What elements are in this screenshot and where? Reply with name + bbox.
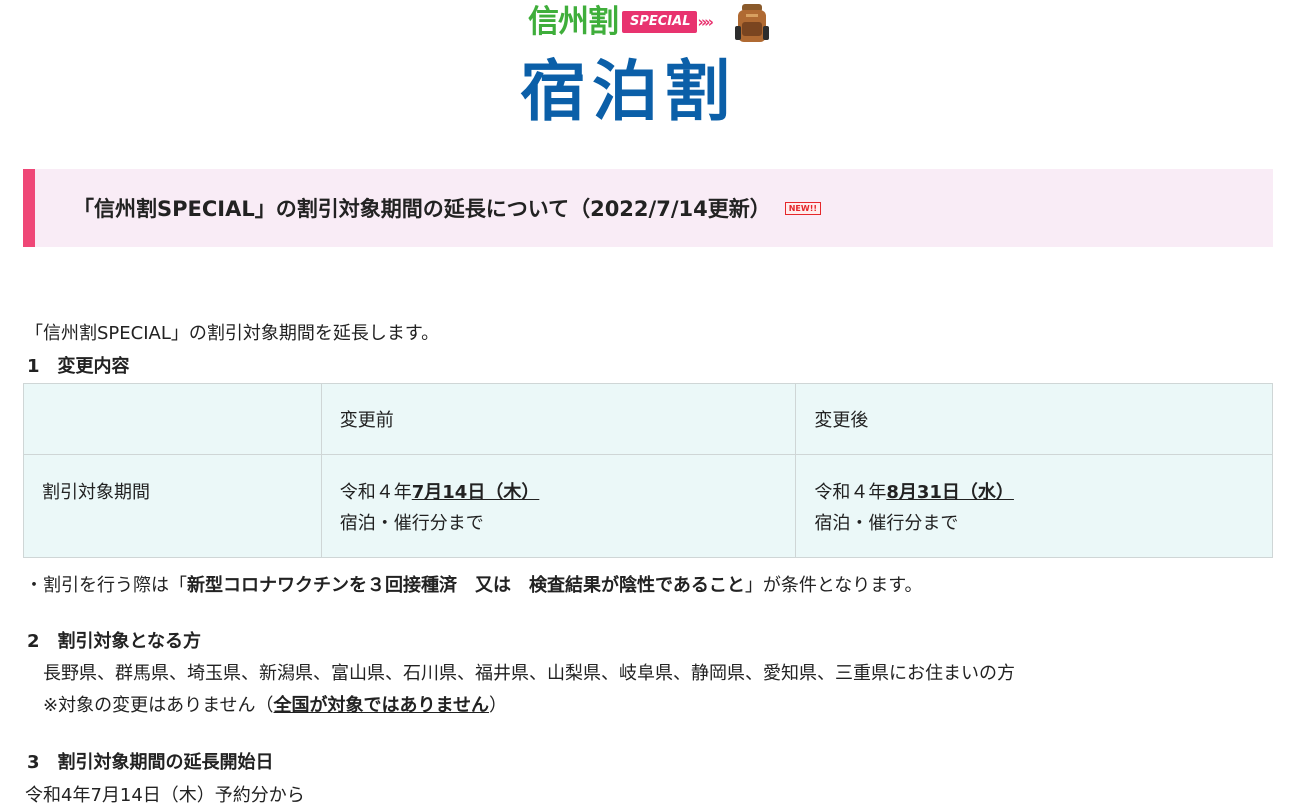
after-line2: 宿泊・催行分まで	[814, 513, 959, 534]
intro-text: 「信州割SPECIAL」の割引対象期間を延長します。	[25, 323, 440, 344]
prefecture-list: 長野県、群馬県、埼玉県、新潟県、富山県、石川県、福井県、山梨県、岐阜県、静岡県、…	[43, 663, 1015, 684]
table-header-cell: 変更後	[795, 383, 1273, 455]
target-note-emphasis: 全国が対象ではありません	[273, 695, 490, 716]
before-date: 7月14日（木）	[411, 482, 540, 503]
condition-emphasis: 新型コロナワクチンを３回接種済 又は 検査結果が陰性であること	[187, 575, 745, 596]
condition-note: ・割引を行う際は「新型コロナワクチンを３回接種済 又は 検査結果が陰性であること…	[25, 573, 923, 599]
before-line2: 宿泊・催行分まで	[339, 513, 484, 534]
backpack-icon	[735, 4, 769, 42]
logo-top-row: 信州割 SPECIAL »»	[528, 2, 714, 42]
table-header-row: 変更前 変更後	[23, 383, 1273, 455]
row-label: 割引対象期間	[23, 454, 322, 558]
before-cell: 令和４年7月14日（木） 宿泊・催行分まで	[320, 454, 797, 558]
logo-chevrons: »»	[697, 13, 714, 31]
announcement-banner: 「信州割SPECIAL」の割引対象期間の延長について（2022/7/14更新） …	[23, 169, 1273, 247]
logo-main-text: 宿泊割	[520, 53, 736, 130]
table-header-cell	[23, 383, 322, 455]
page-title: 「信州割SPECIAL」の割引対象期間の延長について（2022/7/14更新）	[73, 197, 771, 221]
logo-special-tag: SPECIAL	[622, 11, 697, 33]
new-badge: NEW!!	[784, 201, 821, 215]
condition-prefix: ・割引を行う際は「	[25, 575, 187, 596]
target-note: ※対象の変更はありません（全国が対象ではありません）	[43, 693, 507, 719]
condition-suffix: 」が条件となります。	[744, 575, 923, 596]
section3-heading: 3 割引対象期間の延長開始日	[27, 752, 274, 773]
change-table: 変更前 変更後 割引対象期間 令和４年7月14日（木） 宿泊・催行分まで 令和４…	[23, 383, 1273, 558]
before-prefix: 令和４年	[339, 482, 412, 503]
table-header-cell: 変更前	[320, 383, 797, 455]
row-label-text: 割引対象期間	[42, 482, 150, 503]
target-note-suffix: ）	[489, 695, 508, 716]
after-cell: 令和４年8月31日（水） 宿泊・催行分まで	[795, 454, 1273, 558]
section2-heading: 2 割引対象となる方	[27, 631, 201, 652]
target-note-prefix: ※対象の変更はありません（	[43, 695, 274, 716]
table-row: 割引対象期間 令和４年7月14日（木） 宿泊・催行分まで 令和４年8月31日（水…	[23, 454, 1273, 558]
start-date-text: 令和4年7月14日（木）予約分から	[25, 785, 305, 806]
site-logo: 信州割 SPECIAL »» 宿泊割	[520, 2, 780, 134]
after-prefix: 令和４年	[814, 482, 887, 503]
section1-heading: 1 変更内容	[27, 356, 130, 377]
after-date: 8月31日（水）	[886, 482, 1014, 503]
after-line1: 令和４年8月31日（水）	[814, 477, 1254, 508]
before-line1: 令和４年7月14日（木）	[340, 477, 778, 508]
logo-brand-text: 信州割	[528, 4, 619, 40]
